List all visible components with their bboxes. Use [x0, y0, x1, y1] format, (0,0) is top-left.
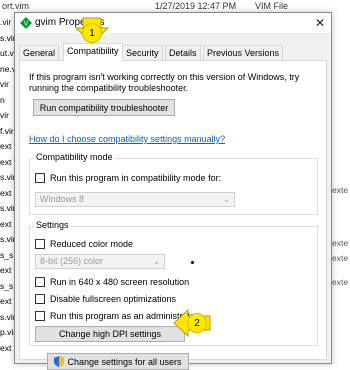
compat-mode-label: Run this program in compatibility mode f…	[50, 173, 222, 183]
explorer-file-fragment[interactable]: f.vir	[0, 126, 14, 136]
resolution-row[interactable]: Run in 640 x 480 screen resolution	[35, 277, 189, 287]
reduced-color-row[interactable]: Reduced color mode	[35, 239, 133, 249]
explorer-file-fragment[interactable]: ext	[0, 219, 11, 229]
tab-general[interactable]: General	[19, 45, 60, 60]
settings-label: Settings	[34, 220, 71, 230]
explorer-file-fragment[interactable]: ext	[0, 141, 11, 151]
compatibility-mode-label: Compatibility mode	[34, 152, 115, 162]
settings-group: Settings Reduced color mode 8-bit (256) …	[29, 220, 318, 346]
fullscreen-row[interactable]: Disable fullscreen optimizations	[35, 294, 176, 304]
step-badge-2: 2	[187, 313, 207, 333]
resolution-checkbox[interactable]	[35, 277, 45, 287]
explorer-file-fragment[interactable]: s_s	[0, 250, 13, 260]
windows-version-value: Windows 8	[40, 194, 85, 204]
tab-previous-versions[interactable]: Previous Versions	[203, 45, 284, 60]
fullscreen-label: Disable fullscreen optimizations	[50, 294, 177, 304]
change-dpi-button[interactable]: Change high DPI settings	[35, 326, 185, 342]
step-badge-1: 1	[82, 23, 102, 43]
close-icon: ✕	[314, 16, 326, 30]
compatibility-panel: If this program isn't working correctly …	[19, 60, 327, 370]
explorer-file-fragment[interactable]: vir	[0, 79, 9, 89]
resolution-label: Run in 640 x 480 screen resolution	[50, 277, 190, 287]
explorer-file-fragment[interactable]: n	[0, 95, 5, 105]
tab-security[interactable]: Security	[122, 45, 163, 60]
svg-text:V: V	[24, 21, 29, 28]
properties-dialog: V gvim Properties ✕ General Compatibilit…	[14, 12, 332, 370]
explorer-file-fragment[interactable]: ext	[0, 343, 11, 353]
file-date: 1/27/2019 12:47 PM	[155, 1, 237, 11]
file-name[interactable]: ort.vim	[2, 1, 29, 11]
explorer-type-fragment: exte	[332, 277, 349, 287]
tab-details[interactable]: Details	[165, 45, 201, 60]
compatibility-mode-group: Compatibility mode Run this program in c…	[29, 152, 318, 215]
tab-strip: General Compatibility Security Details P…	[19, 43, 327, 61]
fullscreen-checkbox[interactable]	[35, 294, 45, 304]
explorer-type-fragment: exte	[332, 185, 349, 195]
compat-mode-checkbox[interactable]	[35, 173, 45, 183]
admin-row[interactable]: Run this program as an administrator	[35, 311, 198, 321]
windows-version-select[interactable]: Windows 8 ⌄	[35, 192, 235, 207]
intro-text: If this program isn't working correctly …	[29, 72, 300, 93]
close-button[interactable]: ✕	[309, 13, 331, 33]
explorer-right-column: exte exte exte exte	[330, 15, 350, 362]
run-troubleshooter-button[interactable]: Run compatibility troubleshooter	[33, 99, 175, 116]
explorer-file-fragment[interactable]: ext	[0, 265, 11, 275]
vim-icon: V	[20, 17, 32, 29]
explorer-file-fragment[interactable]: .vir	[0, 17, 11, 27]
explorer-file-fragment[interactable]: ext	[0, 296, 11, 306]
compat-mode-checkbox-row[interactable]: Run this program in compatibility mode f…	[35, 173, 221, 183]
title-bar: V gvim Properties ✕	[15, 13, 331, 33]
explorer-file-fragment[interactable]: vir	[0, 110, 9, 120]
reduced-color-label: Reduced color mode	[50, 239, 134, 249]
help-link[interactable]: How do I choose compatibility settings m…	[29, 134, 225, 144]
file-type: VIM File	[255, 1, 289, 11]
reduced-color-checkbox[interactable]	[35, 239, 45, 249]
chevron-down-icon: ⌄	[223, 195, 230, 204]
color-depth-value: 8-bit (256) color	[40, 256, 104, 266]
tab-compatibility[interactable]: Compatibility	[63, 43, 123, 61]
explorer-file-fragment[interactable]: ext	[0, 157, 11, 167]
admin-label: Run this program as an administrator	[50, 311, 199, 321]
explorer-file-fragment[interactable]: s_s	[0, 281, 13, 291]
admin-checkbox[interactable]	[35, 311, 45, 321]
explorer-type-fragment: exte	[332, 253, 349, 263]
cursor-dot	[191, 261, 194, 264]
color-depth-select[interactable]: 8-bit (256) color ⌄	[35, 254, 165, 269]
explorer-file-fragment[interactable]: ext	[0, 188, 11, 198]
explorer-type-fragment: exte	[332, 238, 349, 248]
chevron-down-icon: ⌄	[153, 257, 160, 266]
